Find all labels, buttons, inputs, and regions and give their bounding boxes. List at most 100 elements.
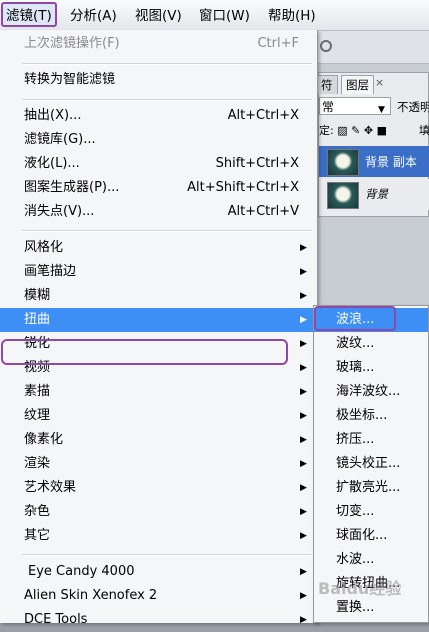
menu-item-shortcut: Alt+Ctrl+X	[227, 108, 299, 123]
close-icon[interactable]: ×	[375, 76, 384, 89]
tab-layers[interactable]: 图层	[341, 75, 374, 94]
menu-item-label: 液化(L)...	[24, 156, 80, 171]
submenu-item-ocean-ripple[interactable]: 海洋波纹...	[314, 380, 428, 404]
menu-item-label: 上次滤镜操作(F)	[24, 36, 120, 51]
submenu-arrow-icon: ▶	[300, 267, 307, 277]
menu-item-dce-tools[interactable]: DCE Tools ▶	[0, 608, 317, 632]
layers-panel: 符 图层 × 常 ▼ 不透明 定: ▨ ✎ ✥ ■ 填 背景 副本 背景	[316, 72, 429, 217]
menu-item-shortcut: Shift+Ctrl+X	[215, 156, 299, 171]
tool-option-icon[interactable]	[320, 40, 332, 52]
lock-paint-icon[interactable]: ✎	[351, 124, 360, 137]
layer-row[interactable]: 背景 副本	[319, 146, 429, 177]
submenu-item-polar-coordinates[interactable]: 极坐标...	[314, 404, 428, 428]
submenu-item-ripple[interactable]: 波纹...	[314, 332, 428, 356]
submenu-arrow-icon: ▶	[300, 339, 307, 349]
submenu-arrow-icon: ▶	[300, 387, 307, 397]
submenu-item-label: 极坐标...	[336, 408, 388, 423]
lock-all-icon[interactable]: ■	[377, 124, 387, 137]
opacity-label: 不透明	[397, 100, 429, 114]
menu-item-label: 纹理	[24, 408, 51, 423]
menu-item-label: 扭曲	[24, 312, 51, 327]
submenu-item-pinch[interactable]: 挤压...	[314, 428, 428, 452]
submenu-arrow-icon: ▶	[300, 459, 307, 469]
menu-item-last-filter[interactable]: 上次滤镜操作(F) Ctrl+F	[0, 32, 317, 56]
annotation-outline	[1, 339, 288, 365]
submenu-item-label: 水波...	[336, 552, 375, 567]
menu-item-label: 转换为智能滤镜	[24, 72, 116, 87]
menu-item-extract[interactable]: 抽出(X)... Alt+Ctrl+X	[0, 104, 317, 128]
menu-item-pixelate[interactable]: 像素化 ▶	[0, 428, 317, 452]
menu-filter[interactable]: 滤镜(T)	[1, 2, 57, 27]
submenu-arrow-icon: ▶	[300, 435, 307, 445]
menu-item-eye-candy[interactable]: Eye Candy 4000 ▶	[0, 560, 317, 584]
menu-item-smart-filter[interactable]: 转换为智能滤镜	[0, 68, 317, 92]
fill-label: 填	[419, 124, 429, 137]
menu-item-label: 杂色	[24, 504, 51, 519]
menu-item-label: 抽出(X)...	[24, 108, 82, 123]
lock-transparent-icon[interactable]: ▨	[337, 124, 347, 137]
tab-character[interactable]: 符	[316, 75, 338, 94]
menu-bar: 滤镜(T) 分析(A) 视图(V) 窗口(W) 帮助(H)	[0, 0, 429, 31]
submenu-item-label: 球面化...	[336, 528, 388, 543]
menu-item-label: 渲染	[24, 456, 51, 471]
menu-item-filter-gallery[interactable]: 滤镜库(G)...	[0, 128, 317, 152]
menu-item-artistic[interactable]: 艺术效果 ▶	[0, 476, 317, 500]
menu-item-label: Eye Candy 4000	[28, 564, 135, 579]
menu-item-label: 像素化	[24, 432, 64, 447]
lock-row: 定: ▨ ✎ ✥ ■	[319, 122, 387, 138]
menu-separator	[22, 63, 312, 65]
menu-item-other[interactable]: 其它 ▶	[0, 524, 317, 548]
menu-item-distort[interactable]: 扭曲 ▶	[0, 308, 317, 332]
submenu-item-spherize[interactable]: 球面化...	[314, 524, 428, 548]
menu-analysis[interactable]: 分析(A)	[70, 6, 117, 26]
menu-view[interactable]: 视图(V)	[135, 6, 182, 26]
submenu-item-lens-correction[interactable]: 镜头校正...	[314, 452, 428, 476]
menu-separator	[22, 99, 312, 101]
menu-item-label: 滤镜库(G)...	[24, 132, 96, 147]
submenu-item-label: 扩散亮光...	[336, 480, 401, 495]
menu-item-label: 模糊	[24, 288, 51, 303]
annotation-outline	[314, 306, 396, 331]
layer-thumbnail	[327, 149, 359, 176]
menu-item-label: 图案生成器(P)...	[24, 180, 120, 195]
lock-label: 定:	[319, 124, 334, 137]
menu-separator	[22, 230, 312, 232]
menu-item-render[interactable]: 渲染 ▶	[0, 452, 317, 476]
layer-name: 背景 副本	[365, 155, 417, 169]
filter-menu: 上次滤镜操作(F) Ctrl+F 转换为智能滤镜 抽出(X)... Alt+Ct…	[0, 30, 318, 627]
submenu-item-label: 置换...	[336, 600, 375, 615]
submenu-arrow-icon: ▶	[300, 363, 307, 373]
layer-name: 背景	[365, 187, 388, 201]
menu-item-stylize[interactable]: 风格化 ▶	[0, 236, 317, 260]
menu-item-label: 素描	[24, 384, 51, 399]
submenu-item-label: 波纹...	[336, 336, 375, 351]
submenu-item-label: 海洋波纹...	[336, 384, 401, 399]
submenu-item-glass[interactable]: 玻璃...	[314, 356, 428, 380]
menu-item-liquify[interactable]: 液化(L)... Shift+Ctrl+X	[0, 152, 317, 176]
submenu-item-label: 镜头校正...	[336, 456, 401, 471]
menu-item-vanishing-point[interactable]: 消失点(V)... Alt+Ctrl+V	[0, 200, 317, 224]
menu-item-xenofex[interactable]: Alien Skin Xenofex 2 ▶	[0, 584, 317, 608]
submenu-item-diffuse-glow[interactable]: 扩散亮光...	[314, 476, 428, 500]
submenu-item-zigzag[interactable]: 水波...	[314, 548, 428, 572]
menu-help[interactable]: 帮助(H)	[268, 6, 316, 26]
menu-item-shortcut: Ctrl+F	[257, 36, 299, 51]
menu-item-brush-strokes[interactable]: 画笔描边 ▶	[0, 260, 317, 284]
menu-item-noise[interactable]: 杂色 ▶	[0, 500, 317, 524]
submenu-item-shear[interactable]: 切变...	[314, 500, 428, 524]
layer-thumbnail	[327, 182, 359, 209]
submenu-item-label: 玻璃...	[336, 360, 375, 375]
menu-item-label: 画笔描边	[24, 264, 77, 279]
layer-row[interactable]: 背景	[319, 179, 429, 210]
menu-item-pattern-maker[interactable]: 图案生成器(P)... Alt+Shift+Ctrl+X	[0, 176, 317, 200]
submenu-item-displace[interactable]: 置换...	[314, 596, 428, 620]
menu-item-texture[interactable]: 纹理 ▶	[0, 404, 317, 428]
blend-mode-select[interactable]: 常 ▼	[319, 97, 391, 115]
options-toolbar	[318, 31, 429, 64]
submenu-arrow-icon: ▶	[300, 615, 307, 625]
lock-move-icon[interactable]: ✥	[364, 124, 373, 137]
menu-window[interactable]: 窗口(W)	[199, 6, 250, 26]
menu-item-shortcut: Alt+Ctrl+V	[227, 204, 299, 219]
menu-item-sketch[interactable]: 素描 ▶	[0, 380, 317, 404]
menu-item-blur[interactable]: 模糊 ▶	[0, 284, 317, 308]
